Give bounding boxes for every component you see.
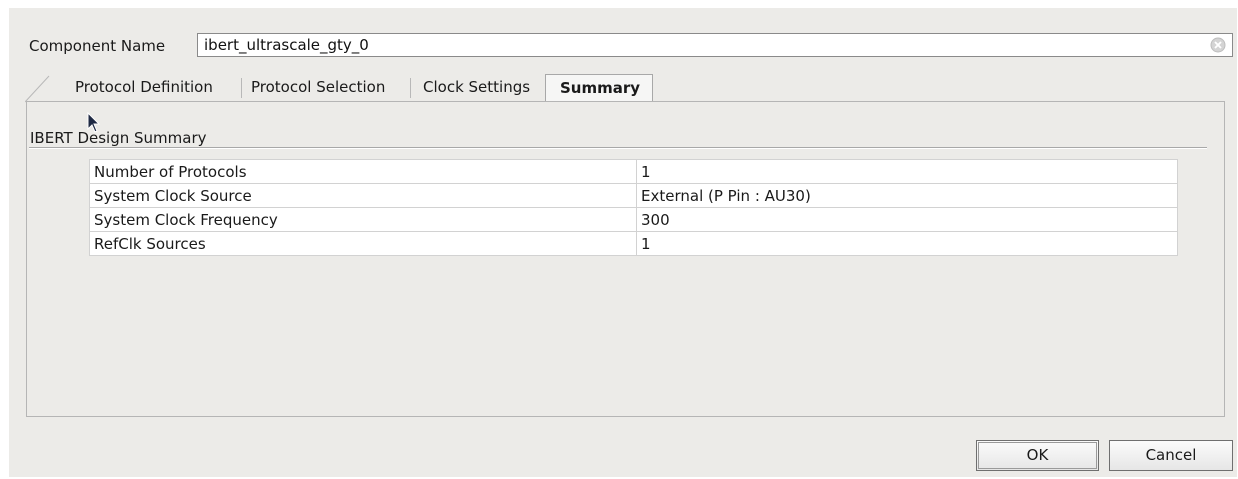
row-value: External (P Pin : AU30) <box>636 183 1178 208</box>
tab-bar: Protocol Definition Protocol Selection C… <box>25 74 725 102</box>
row-name: Number of Protocols <box>89 159 637 184</box>
tab-protocol-definition[interactable]: Protocol Definition <box>75 74 213 100</box>
clear-icon[interactable] <box>1210 37 1226 53</box>
tab-divider <box>241 78 242 98</box>
cancel-button[interactable]: Cancel <box>1109 440 1233 471</box>
row-name: System Clock Source <box>89 183 637 208</box>
table-row: RefClk Sources 1 <box>89 231 1178 256</box>
table-row: Number of Protocols 1 <box>89 159 1178 184</box>
tab-clock-settings[interactable]: Clock Settings <box>423 74 530 100</box>
table-row: System Clock Source External (P Pin : AU… <box>89 183 1178 208</box>
row-value: 1 <box>636 159 1178 184</box>
tab-summary[interactable]: Summary <box>545 74 654 102</box>
section-divider <box>29 147 1207 148</box>
component-name-label: Component Name <box>29 37 166 55</box>
table-row: System Clock Frequency 300 <box>89 207 1178 232</box>
section-title: IBERT Design Summary <box>30 129 207 147</box>
component-name-input[interactable]: ibert_ultrascale_gty_0 <box>197 33 1233 57</box>
row-name: RefClk Sources <box>89 231 637 256</box>
mouse-cursor-icon <box>87 112 101 133</box>
component-name-value: ibert_ultrascale_gty_0 <box>204 36 369 54</box>
tab-protocol-selection[interactable]: Protocol Selection <box>251 74 385 100</box>
row-value: 1 <box>636 231 1178 256</box>
row-value: 300 <box>636 207 1178 232</box>
row-name: System Clock Frequency <box>89 207 637 232</box>
summary-table: Number of Protocols 1 System Clock Sourc… <box>89 159 1178 256</box>
tab-divider <box>410 78 411 98</box>
summary-panel <box>26 101 1225 417</box>
ok-button[interactable]: OK <box>976 440 1099 471</box>
ibert-customize-dialog: Component Name ibert_ultrascale_gty_0 Pr… <box>9 8 1237 477</box>
